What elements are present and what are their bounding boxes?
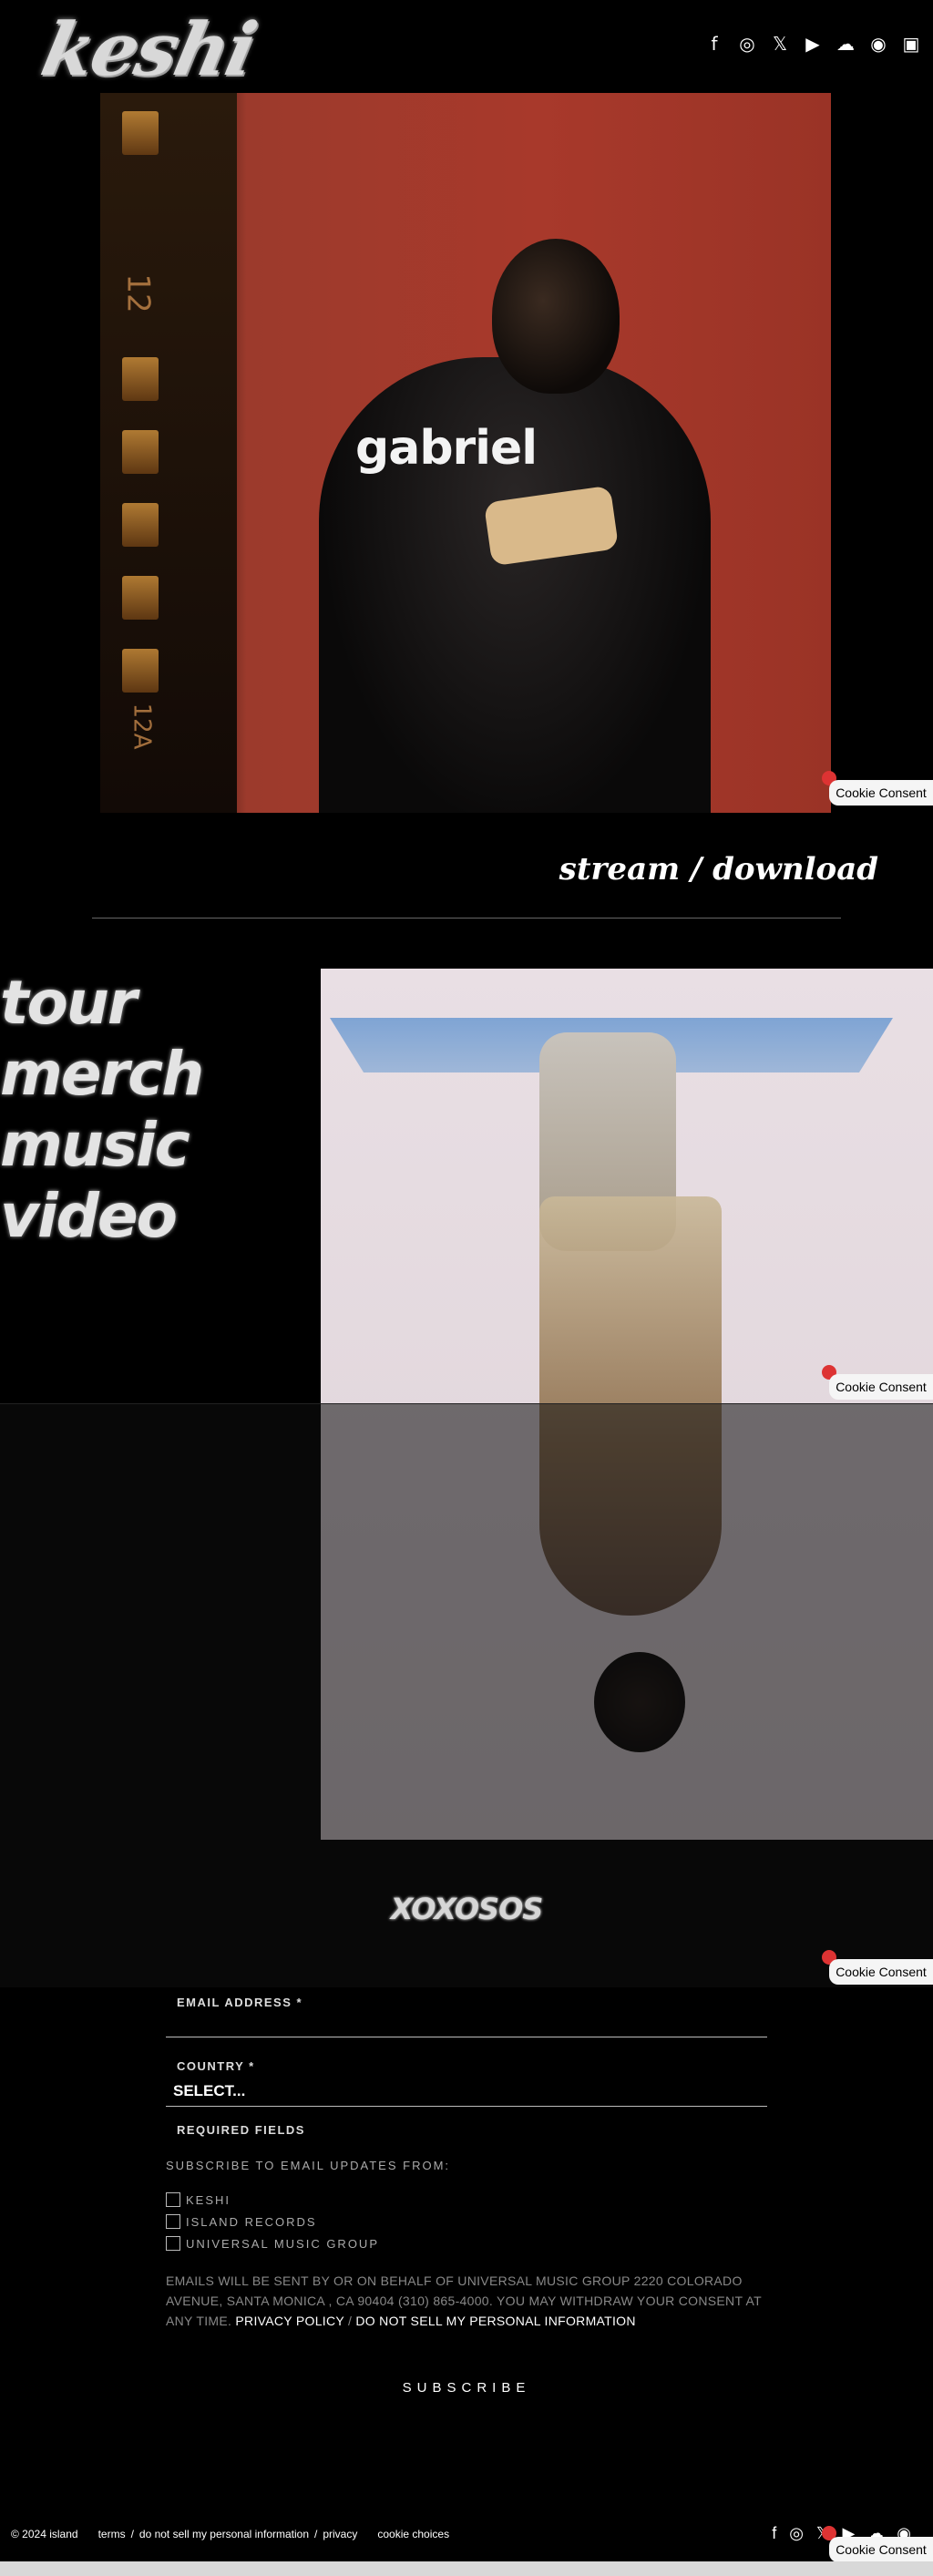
option-umg[interactable]: UNIVERSAL MUSIC GROUP <box>166 2236 767 2251</box>
nav-merch[interactable]: merch <box>0 1039 204 1110</box>
instagram-icon[interactable]: ◎ <box>789 2524 804 2543</box>
option-island-records[interactable]: ISLAND RECORDS <box>166 2214 767 2229</box>
x-twitter-icon[interactable]: 𝕏 <box>771 33 789 55</box>
email-signup-form: EMAIL ADDRESS * COUNTRY * SELECT... REQU… <box>166 1996 767 2331</box>
bottom-bar <box>0 2561 933 2576</box>
subscribe-button[interactable]: SUBSCRIBE <box>0 2380 933 2396</box>
hero-album-artwork[interactable]: 12 12A gabriel <box>100 93 831 813</box>
soundcloud-icon[interactable]: ☁ <box>836 33 855 55</box>
checkbox[interactable] <box>166 2192 180 2207</box>
nav-music[interactable]: music <box>0 1110 202 1181</box>
do-not-sell-link[interactable]: DO NOT SELL MY PERSONAL INFORMATION <box>355 2314 635 2328</box>
cookie-consent-button[interactable]: Cookie Consent <box>829 1374 933 1400</box>
nav-video[interactable]: video <box>0 1181 202 1252</box>
facebook-icon[interactable]: f <box>705 33 723 55</box>
nav-tour[interactable]: tour <box>0 968 202 1039</box>
cookie-consent-button[interactable]: Cookie Consent <box>829 1959 933 1985</box>
stream-download-link[interactable]: stream / download <box>559 851 878 888</box>
cookie-consent-button[interactable]: Cookie Consent <box>829 2537 933 2562</box>
facebook-icon[interactable]: f <box>772 2524 776 2543</box>
email-label: EMAIL ADDRESS * <box>177 1996 303 2009</box>
artist-head <box>492 239 620 394</box>
film-number: 12A <box>128 703 156 750</box>
film-number: 12 <box>119 273 157 313</box>
section-divider <box>92 918 841 919</box>
country-underline <box>166 2106 767 2107</box>
country-select[interactable]: SELECT... <box>166 2082 767 2100</box>
cookie-choices-link[interactable]: cookie choices <box>377 2528 449 2540</box>
film-strip-graphic: 12 12A <box>100 93 237 813</box>
cookie-consent-button[interactable]: Cookie Consent <box>829 780 933 806</box>
youtube-icon[interactable]: ▶ <box>804 33 822 55</box>
privacy-link[interactable]: privacy <box>323 2528 357 2540</box>
country-label: COUNTRY * <box>177 2059 255 2073</box>
do-not-sell-footer-link[interactable]: do not sell my personal information <box>139 2528 309 2540</box>
checkbox[interactable] <box>166 2236 180 2251</box>
instagram-icon[interactable]: ◎ <box>738 33 756 55</box>
album-title: gabriel <box>355 421 538 476</box>
copyright: © 2024 island <box>11 2528 78 2540</box>
privacy-policy-link[interactable]: PRIVACY POLICY <box>235 2314 343 2328</box>
subscribe-heading: SUBSCRIBE TO EMAIL UPDATES FROM: <box>166 2159 451 2172</box>
main-navigation: tour merch music video <box>0 968 204 1252</box>
checkbox[interactable] <box>166 2214 180 2229</box>
option-keshi[interactable]: KESHI <box>166 2192 767 2207</box>
xoxosos-title[interactable]: XOXOSOS <box>0 1892 933 1926</box>
store-icon[interactable]: ▣ <box>902 33 920 55</box>
terms-link[interactable]: terms <box>98 2528 126 2540</box>
header-social-links: f ◎ 𝕏 ▶ ☁ ◉ ▣ <box>705 33 920 55</box>
legal-text: EMAILS WILL BE SENT BY OR ON BEHALF OF U… <box>166 2273 762 2328</box>
spotify-icon[interactable]: ◉ <box>869 33 887 55</box>
footer: © 2024 island terms / do not sell my per… <box>11 2528 450 2540</box>
required-note: REQUIRED FIELDS <box>177 2123 305 2137</box>
keshi-logo[interactable]: keshi <box>35 6 262 92</box>
